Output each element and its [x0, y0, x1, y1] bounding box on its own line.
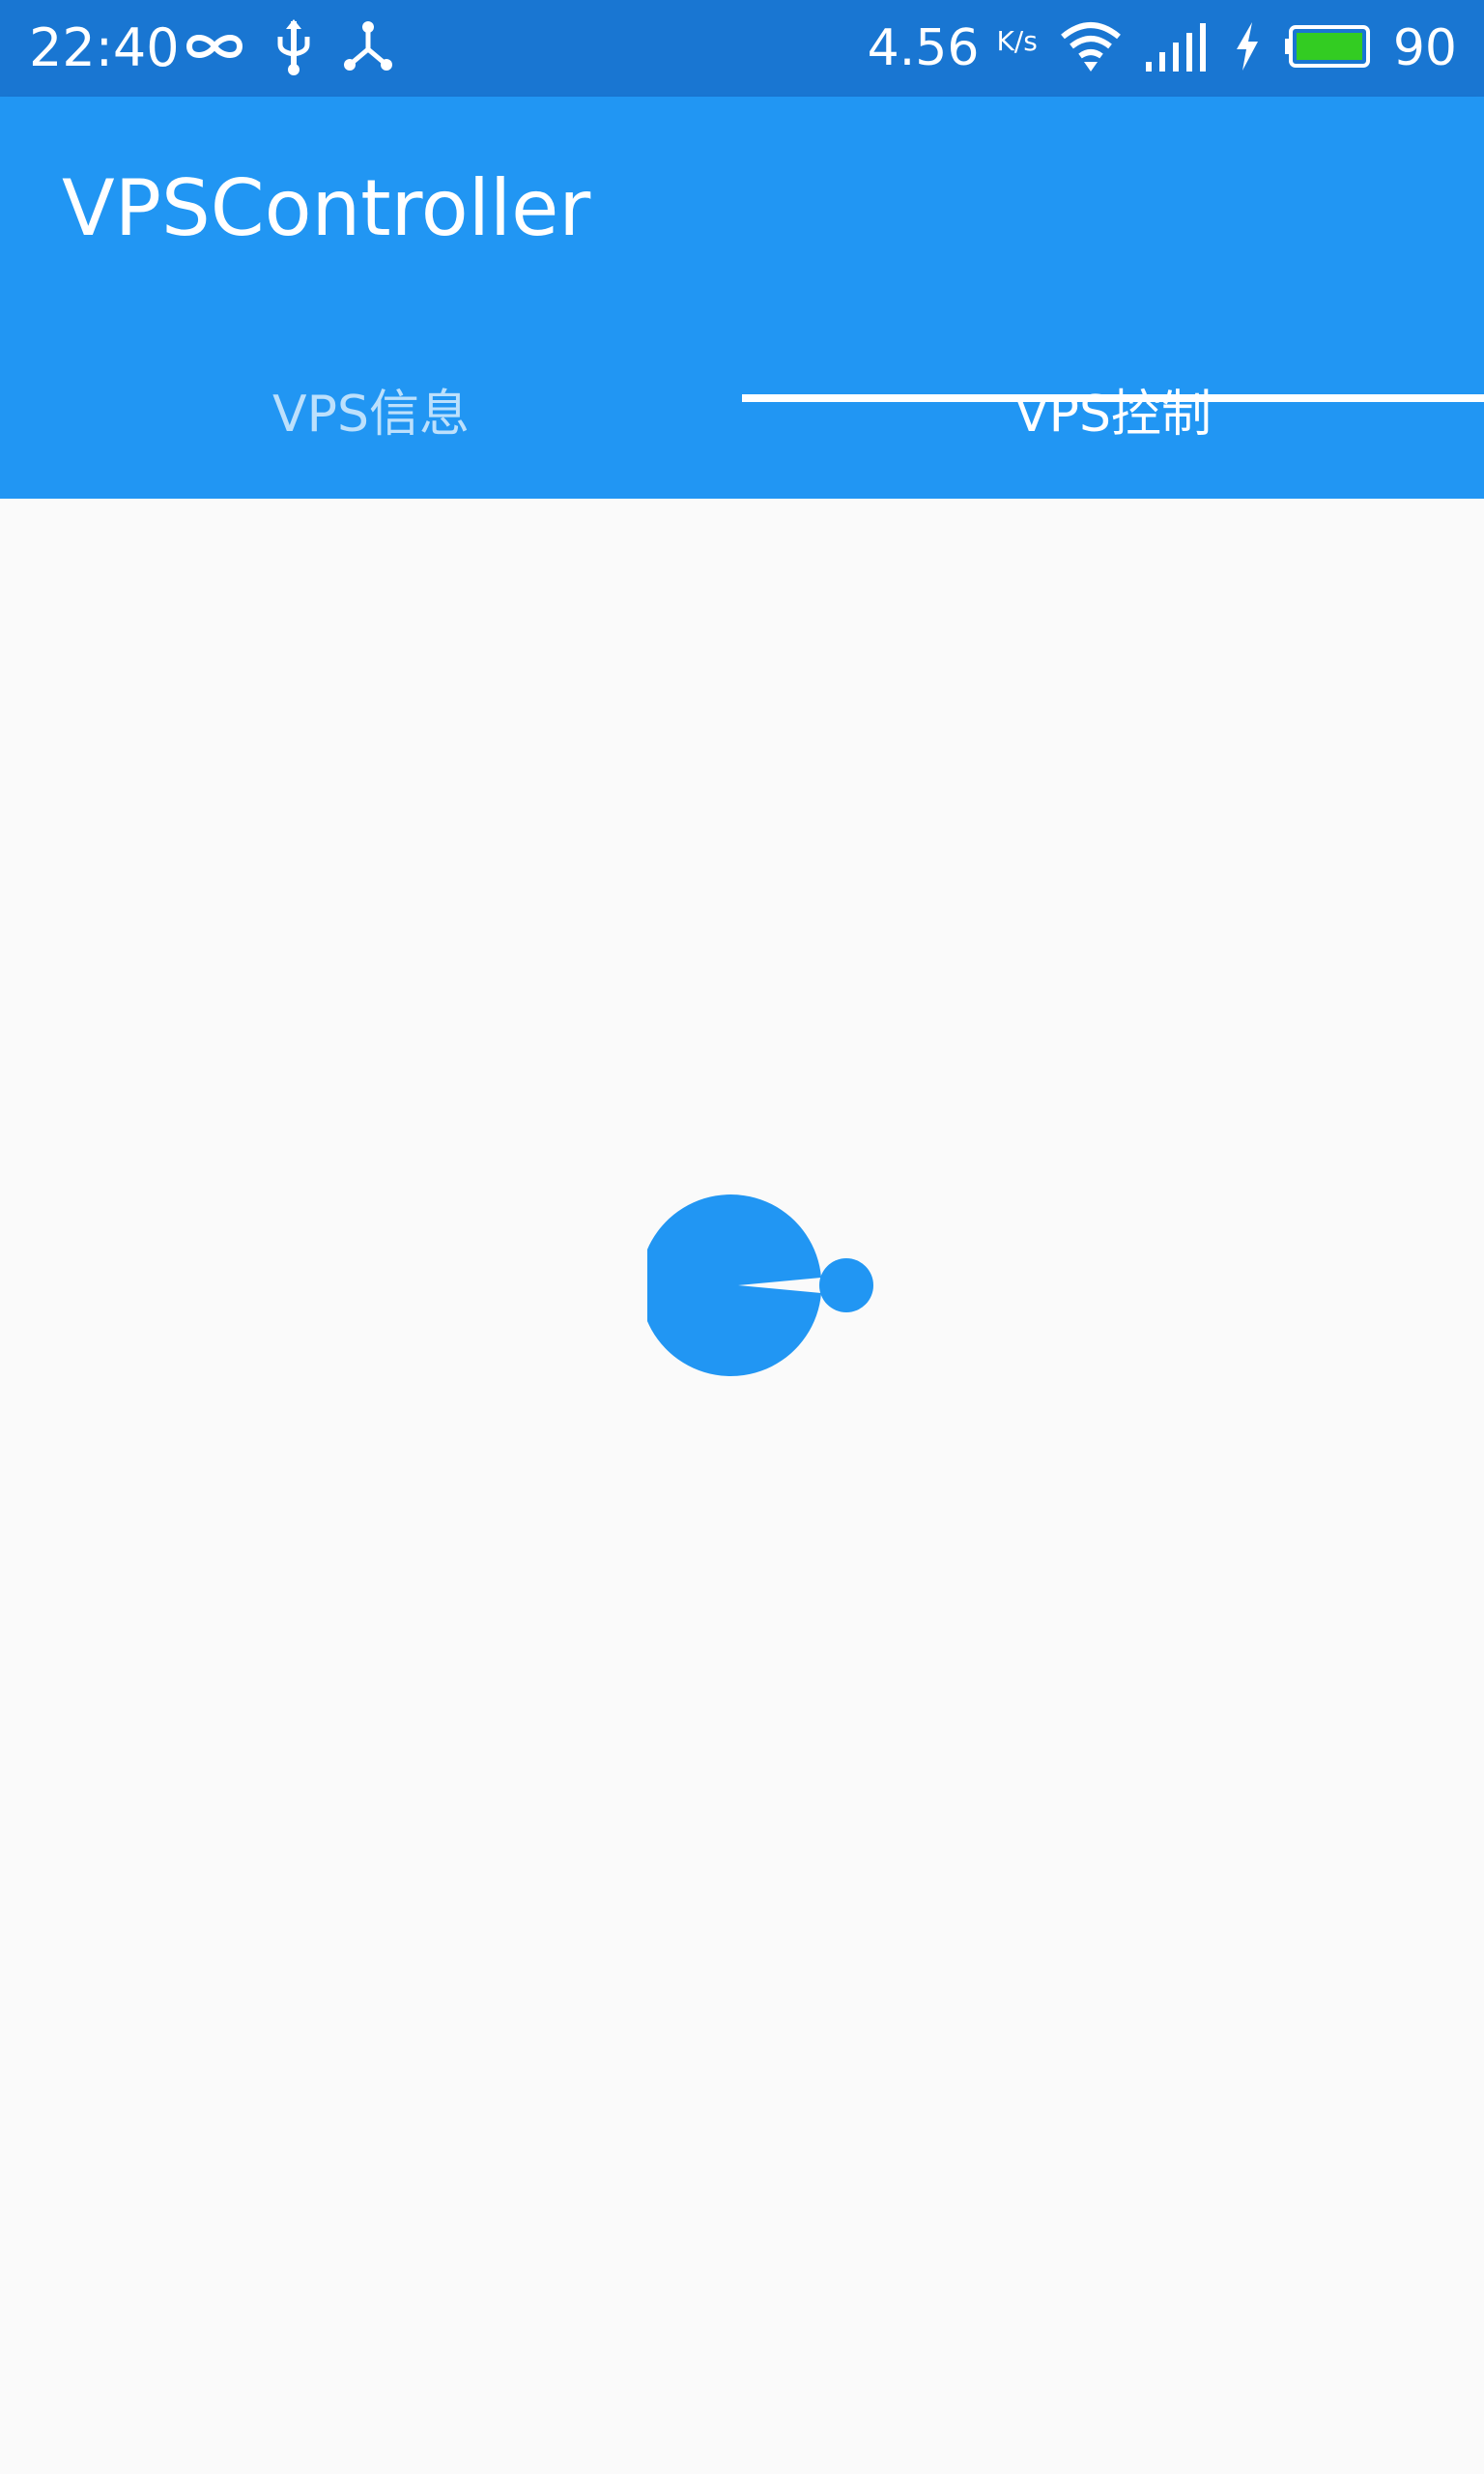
- active-tab-indicator: [742, 394, 1484, 402]
- app-bar: VPSController VPS信息 VPS控制: [0, 97, 1484, 499]
- hotspot-icon: [342, 20, 394, 76]
- charging-icon: [1233, 20, 1262, 76]
- status-right: 4.56 K/s 90: [868, 15, 1457, 81]
- signal-icon: [1144, 19, 1212, 77]
- network-speed-value: 4.56: [867, 19, 980, 77]
- network-speed-unit: K/s: [996, 25, 1038, 57]
- status-bar: 22:40 4.56 K/s 90: [0, 0, 1484, 97]
- battery-icon: [1283, 23, 1372, 73]
- status-time: 22:40: [29, 17, 180, 78]
- status-left-icons: [184, 17, 394, 79]
- tab-bar: VPS信息 VPS控制: [0, 319, 1484, 499]
- tab-vps-info[interactable]: VPS信息: [0, 319, 742, 499]
- app-title: VPSController: [62, 163, 591, 253]
- tab-content: [0, 499, 1484, 2474]
- wifi-icon: [1059, 19, 1123, 77]
- loading-spinner-icon: [640, 1189, 879, 1382]
- tab-vps-control[interactable]: VPS控制: [742, 319, 1484, 499]
- infinity-icon: [184, 27, 245, 70]
- usb-icon: [274, 17, 313, 79]
- network-speed: 4.56 K/s: [868, 15, 1038, 81]
- battery-level: 90: [1392, 19, 1457, 77]
